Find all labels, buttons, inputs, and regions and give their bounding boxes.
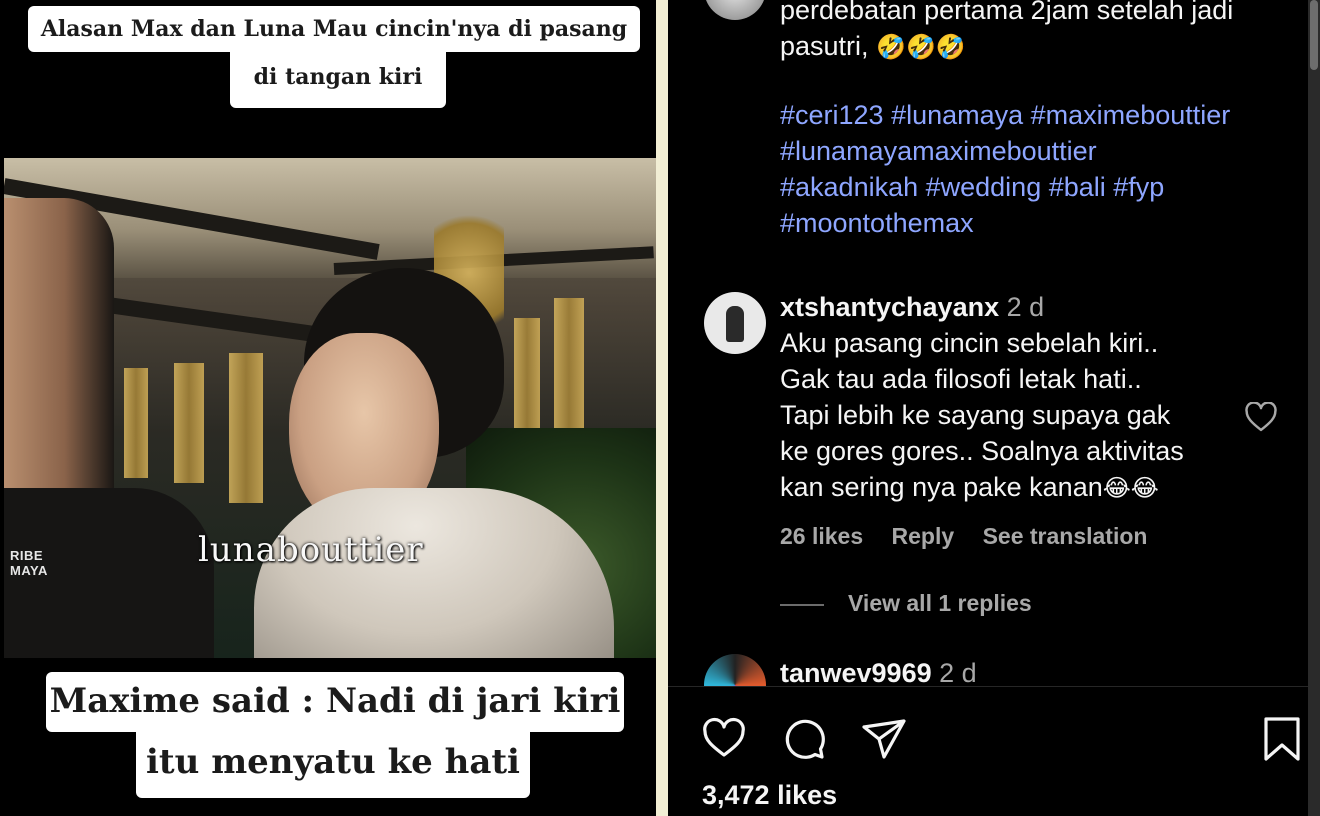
joy-emoji: 😂😂 <box>1102 474 1159 502</box>
comment-line: Aku pasang cincin sebelah kiri.. <box>780 328 1159 358</box>
comment-likes[interactable]: 26 likes <box>780 523 863 549</box>
view-replies-button[interactable]: View all 1 replies <box>848 590 1032 617</box>
comment-line-last: kan sering nya pake kanan😂😂 <box>780 469 1159 506</box>
caption-bottom-line1: Maxime said : Nadi di jari kiri <box>46 672 624 732</box>
caption-bottom-line2: itu menyatu ke hati <box>136 730 530 798</box>
comment-username[interactable]: tanwev9969 <box>780 658 932 688</box>
video-watermark: lunabouttier <box>198 530 424 570</box>
post-caption-line2: pasutri, 🤣🤣🤣 <box>780 28 966 65</box>
comment-line: Tapi lebih ke sayang supaya gak <box>780 400 1171 430</box>
author-avatar[interactable] <box>704 0 766 20</box>
comment-line: ke gores gores.. Soalnya aktivitas <box>780 436 1184 466</box>
reply-button[interactable]: Reply <box>892 523 955 549</box>
comment-heart-icon[interactable] <box>1244 402 1278 432</box>
post-caption-line1: perdebatan pertama 2jam setelah jadi <box>780 0 1234 25</box>
caption-top-line2: di tangan kiri <box>230 52 446 108</box>
gold-curtain <box>124 368 148 478</box>
post-likes-count[interactable]: 3,472 likes <box>702 780 837 811</box>
channel-logo-line1: RIBE <box>10 548 44 563</box>
laughing-emoji: 🤣🤣🤣 <box>876 33 966 61</box>
hashtags-line1[interactable]: #ceri123 #lunamaya #maximebouttier <box>780 97 1230 133</box>
caption-top-line1: Alasan Max dan Luna Mau cincin'nya di pa… <box>28 6 640 52</box>
comment-time: 2 d <box>939 658 977 688</box>
comment-username[interactable]: xtshantychayanx <box>780 292 999 322</box>
scrollbar[interactable] <box>1308 0 1320 816</box>
comment-line: Gak tau ada filosofi letak hati.. <box>780 364 1142 394</box>
post-media[interactable]: RIBE MAYA lunabouttier Alasan Max dan Lu… <box>0 0 668 816</box>
post-caption-line2-text: pasutri, <box>780 31 869 61</box>
gold-curtain <box>174 363 204 483</box>
hashtags-line2[interactable]: #lunamayamaximebouttier <box>780 133 1097 169</box>
comments-panel[interactable]: perdebatan pertama 2jam setelah jadi pas… <box>668 0 1308 816</box>
commenter-avatar[interactable] <box>704 292 766 354</box>
comment-time: 2 d <box>1006 292 1045 322</box>
heart-icon[interactable] <box>700 715 748 763</box>
comment-icon[interactable] <box>780 715 828 763</box>
send-icon[interactable] <box>860 715 908 763</box>
hashtags-line3[interactable]: #akadnikah #wedding #bali #fyp <box>780 169 1164 205</box>
channel-logo-line2: MAYA <box>10 563 48 578</box>
see-translation-button[interactable]: See translation <box>983 523 1148 549</box>
comment-header: xtshantychayanx 2 d <box>780 289 1044 325</box>
replies-divider <box>780 604 824 606</box>
video-still: RIBE MAYA <box>4 158 656 658</box>
page-edge-strip <box>656 0 668 816</box>
gold-curtain <box>229 353 263 503</box>
hashtags-line4[interactable]: #moontothemax <box>780 205 974 241</box>
scrollbar-thumb[interactable] <box>1310 0 1318 70</box>
avatar-figure <box>726 306 744 342</box>
comment-line: kan sering nya pake kanan <box>780 472 1103 502</box>
channel-logo: RIBE MAYA <box>10 548 48 578</box>
comment-meta-row: 26 likes Reply See translation <box>780 523 1147 550</box>
bookmark-icon[interactable] <box>1258 715 1306 763</box>
